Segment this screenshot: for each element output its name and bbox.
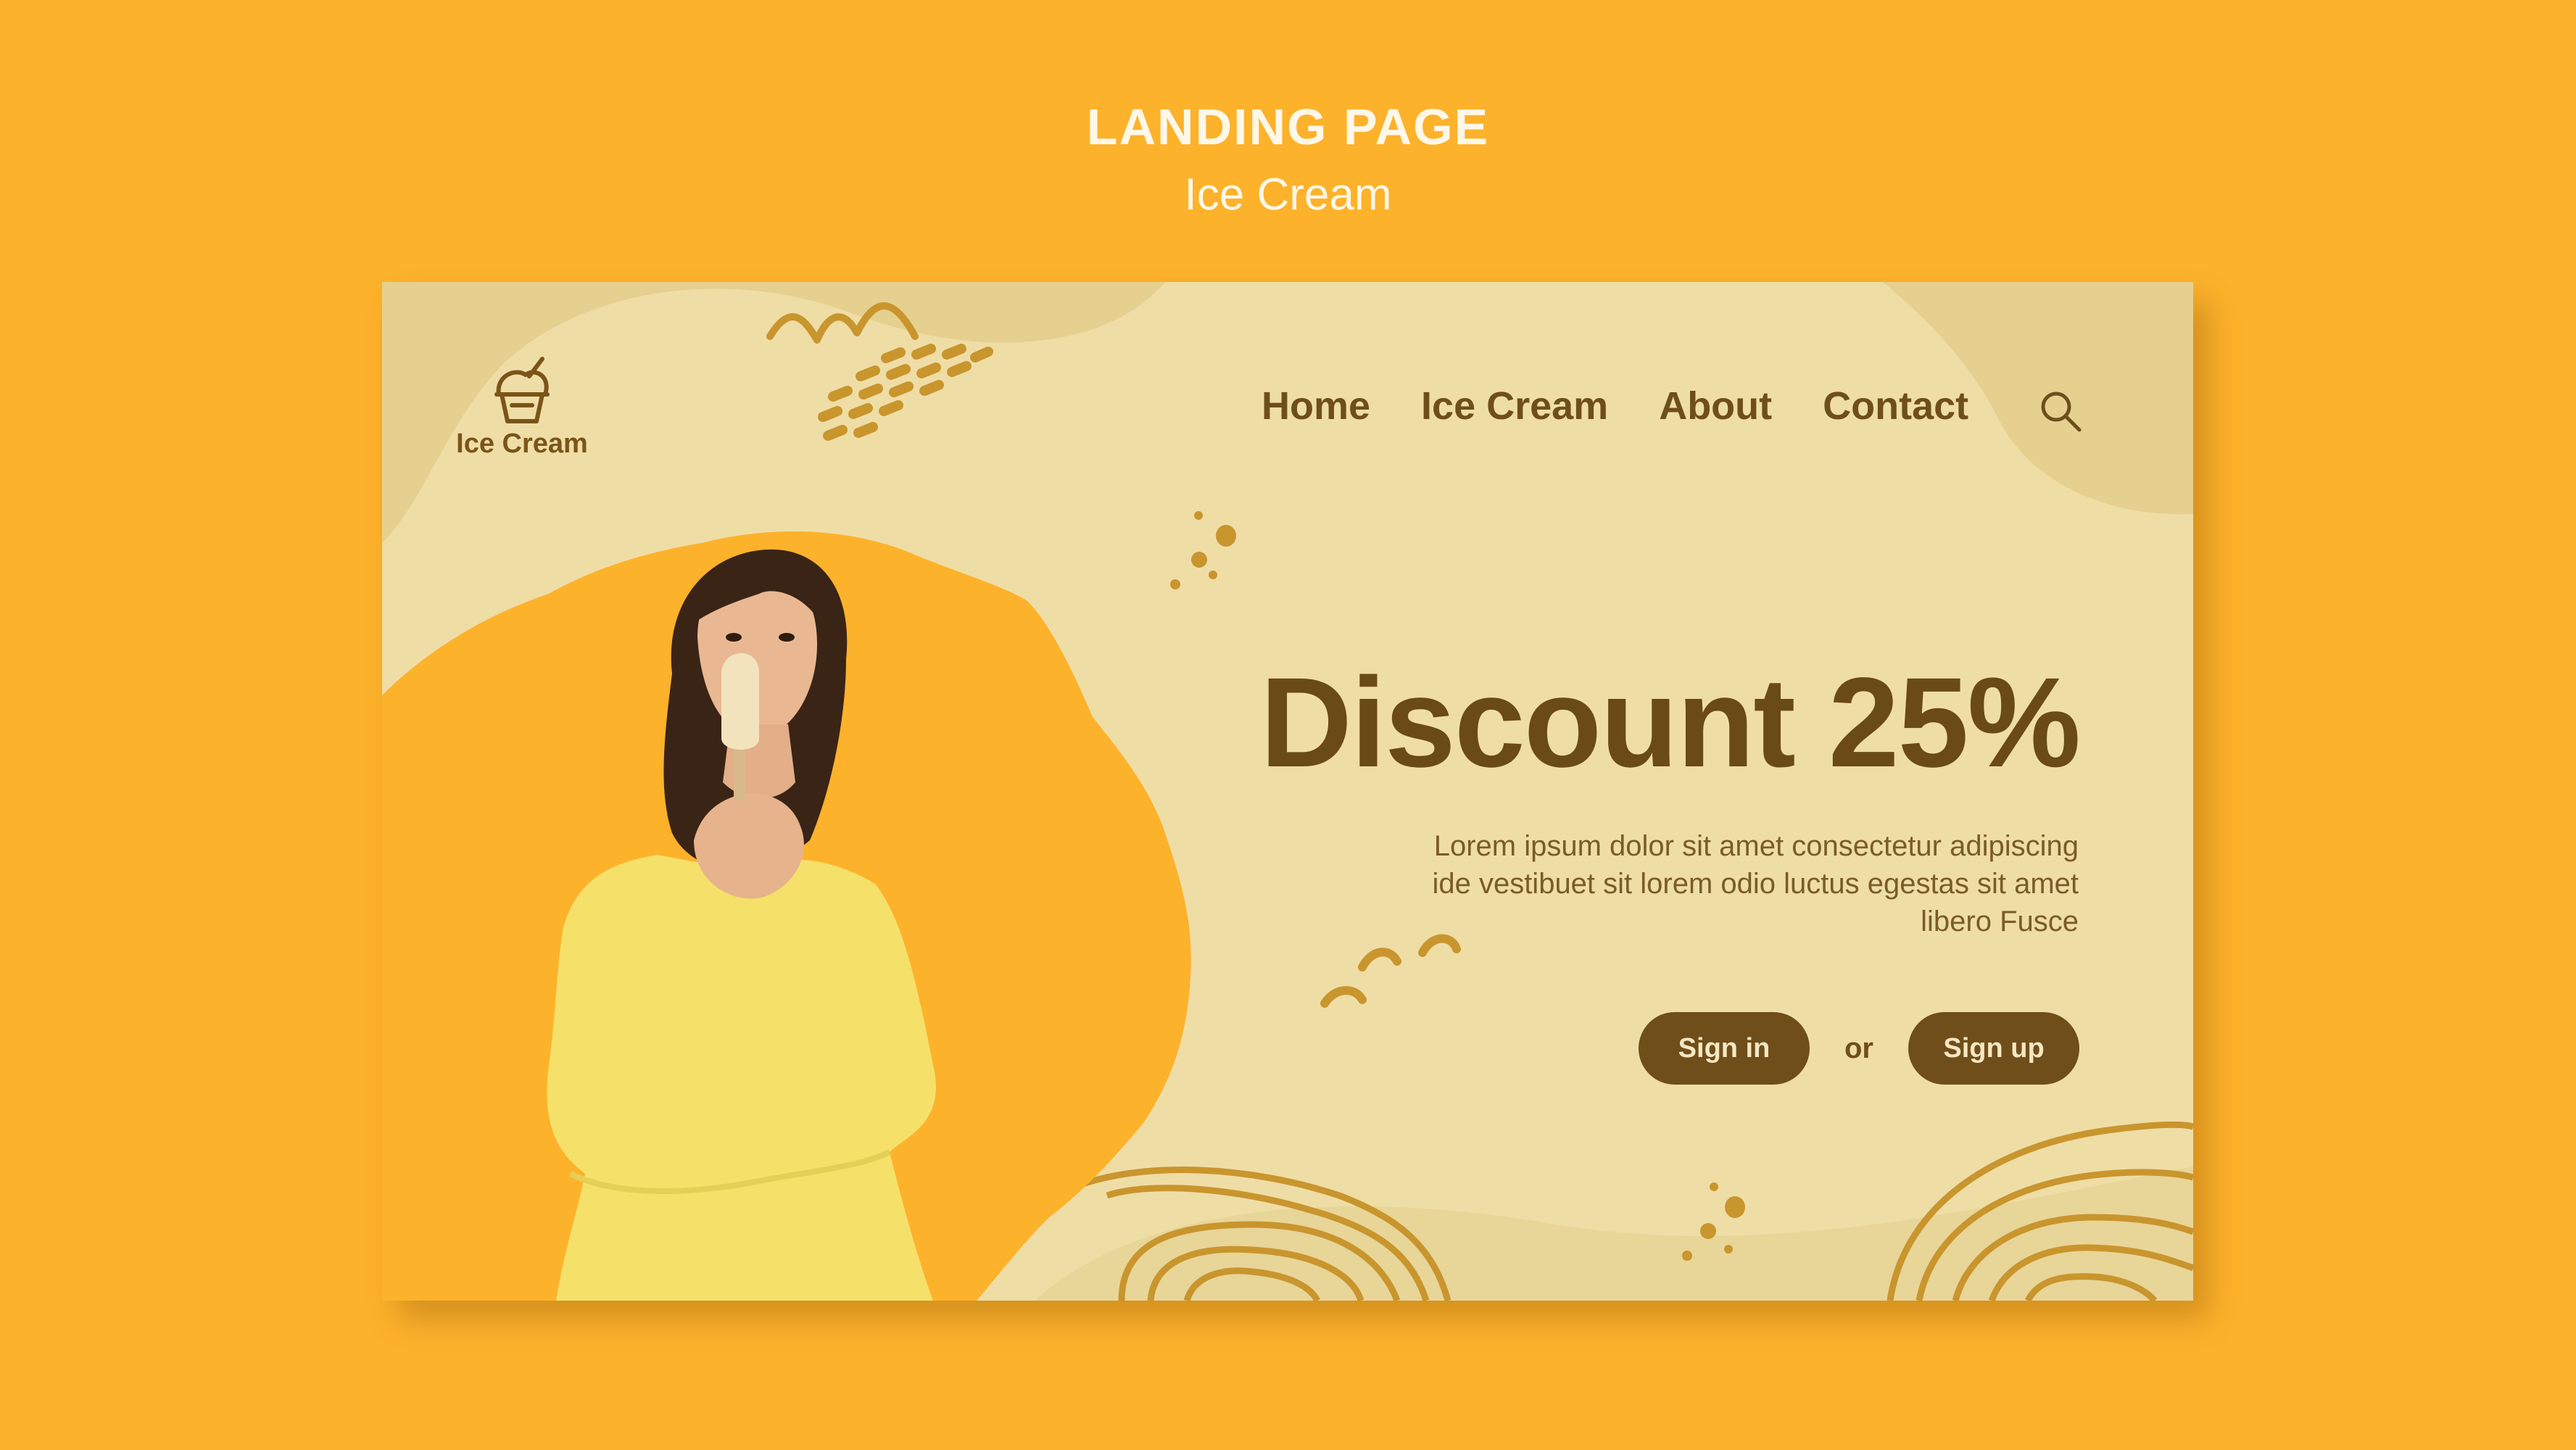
hero-description: Lorem ipsum dolor sit amet consectetur a… bbox=[1432, 830, 2079, 937]
discount-heading: Discount 25% bbox=[1259, 652, 2081, 794]
nav-home[interactable]: Home bbox=[1262, 384, 1370, 428]
logo[interactable]: Ice Cream bbox=[450, 355, 595, 460]
page-subtitle: Ice Cream bbox=[1184, 170, 1392, 220]
sign-up-button[interactable]: Sign up bbox=[1908, 1012, 2079, 1085]
search-icon[interactable] bbox=[2037, 388, 2084, 434]
page-title: LANDING PAGE bbox=[1086, 99, 1490, 155]
landing-card: Ice Cream Home Ice Cream About Contact D… bbox=[382, 282, 2193, 1301]
ice-cream-cup-icon bbox=[494, 357, 550, 423]
nav-ice-cream[interactable]: Ice Cream bbox=[1421, 384, 1608, 428]
main-nav: Home Ice Cream About Contact bbox=[1262, 384, 1968, 428]
page-header: LANDING PAGE Ice Cream bbox=[0, 102, 2576, 218]
or-separator: or bbox=[1844, 1032, 1873, 1064]
nav-about[interactable]: About bbox=[1659, 384, 1772, 428]
sign-in-button[interactable]: Sign in bbox=[1639, 1012, 1810, 1085]
nav-contact[interactable]: Contact bbox=[1823, 384, 1968, 428]
logo-text: Ice Cream bbox=[456, 428, 588, 459]
auth-actions: Sign in or Sign up bbox=[1639, 1012, 2079, 1085]
